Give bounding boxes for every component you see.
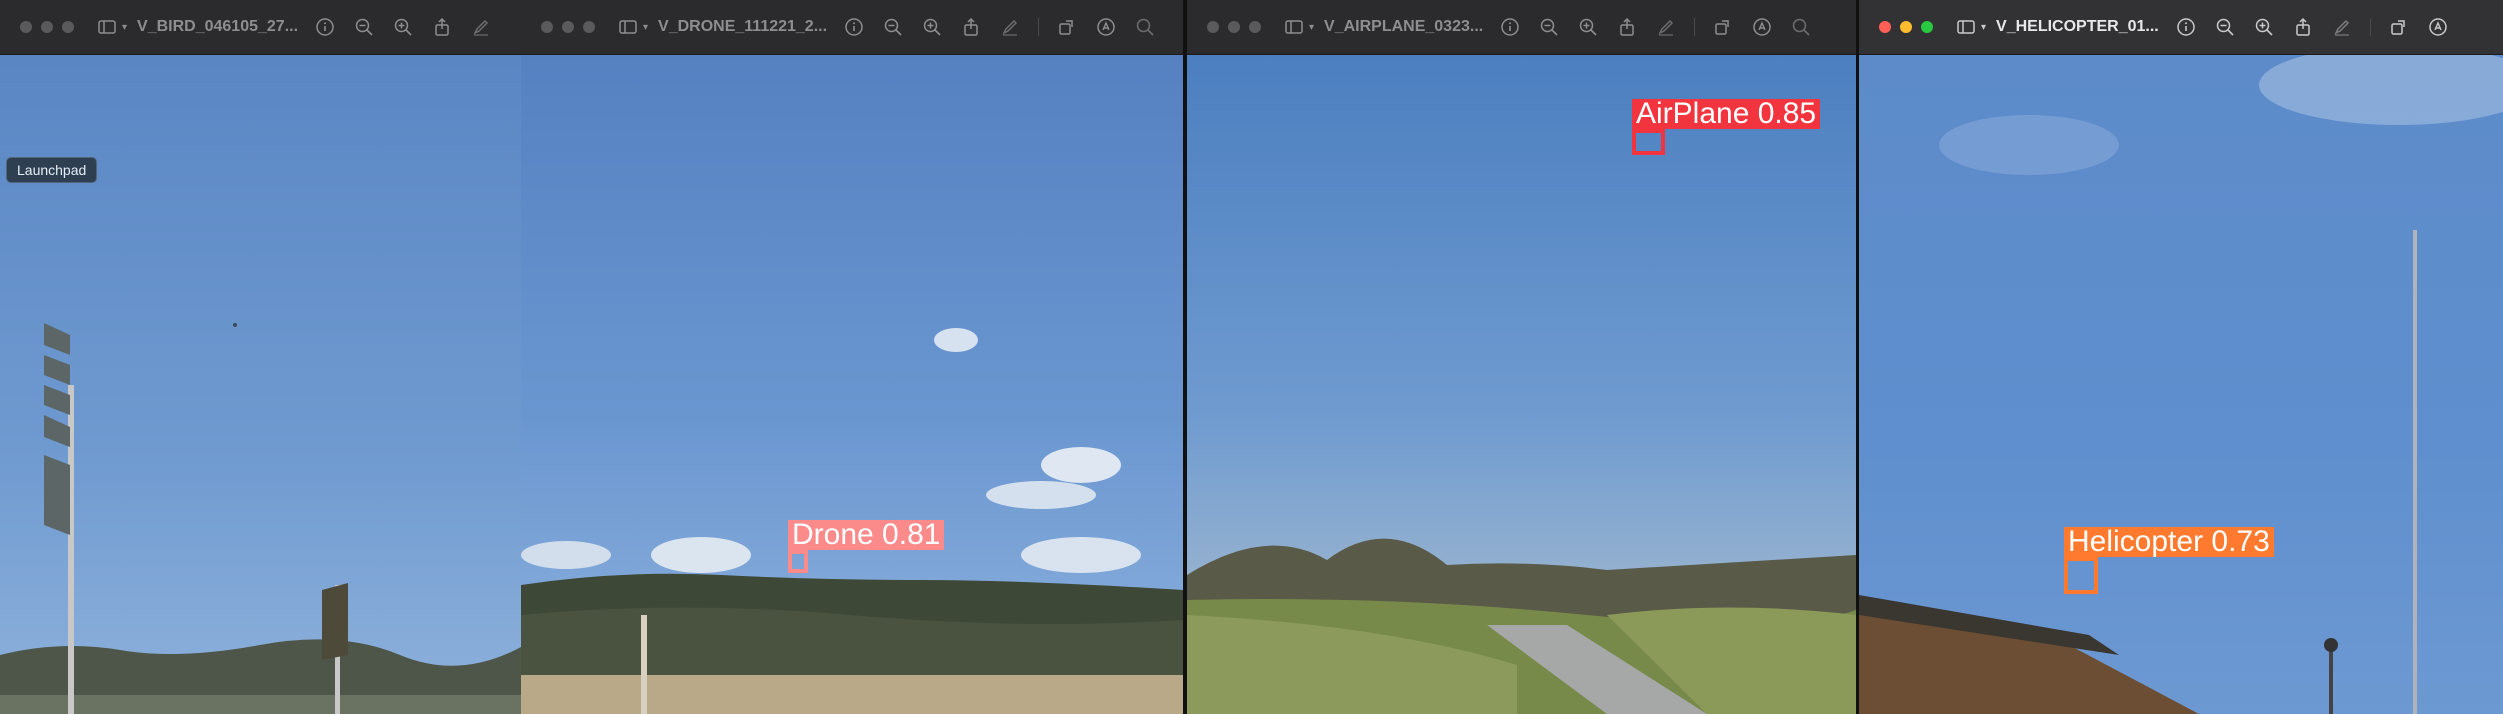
rotate-icon[interactable] bbox=[1056, 16, 1078, 38]
markup-icon[interactable] bbox=[470, 16, 492, 38]
rotate-icon[interactable] bbox=[1712, 16, 1734, 38]
annotate-icon[interactable] bbox=[1751, 16, 1773, 38]
info-icon[interactable] bbox=[2175, 16, 2197, 38]
search-icon[interactable] bbox=[1790, 16, 1812, 38]
window-gap bbox=[1856, 0, 1859, 714]
markup-icon[interactable] bbox=[1655, 16, 1677, 38]
window-gap bbox=[1183, 0, 1187, 714]
sidebar-icon bbox=[96, 16, 118, 38]
image-canvas bbox=[521, 55, 1183, 714]
zoom-button[interactable] bbox=[1249, 21, 1261, 33]
sidebar-toggle[interactable]: ▾ bbox=[1955, 16, 1986, 38]
toolbar-separator bbox=[1694, 18, 1696, 36]
window-controls bbox=[541, 21, 595, 33]
info-icon[interactable] bbox=[1499, 16, 1521, 38]
chevron-down-icon: ▾ bbox=[643, 21, 649, 33]
close-button[interactable] bbox=[1879, 21, 1891, 33]
sidebar-toggle[interactable]: ▾ bbox=[1283, 16, 1314, 38]
window-title: V_DRONE_111221_2... bbox=[658, 18, 828, 35]
zoom-button[interactable] bbox=[583, 21, 595, 33]
zoom-in-icon[interactable] bbox=[1577, 16, 1599, 38]
window-title: V_HELICOPTER_01... bbox=[1996, 18, 2159, 35]
bounding-box bbox=[788, 550, 808, 573]
zoom-out-icon[interactable] bbox=[2214, 16, 2236, 38]
window-title: V_AIRPLANE_0323... bbox=[1324, 18, 1484, 35]
detection-label: Drone 0.81 bbox=[788, 520, 945, 550]
launchpad-tooltip: Launchpad bbox=[6, 157, 98, 183]
close-button[interactable] bbox=[541, 21, 553, 33]
sky-scene bbox=[521, 55, 1183, 714]
zoom-in-icon[interactable] bbox=[2253, 16, 2275, 38]
window-controls bbox=[20, 21, 74, 33]
search-icon[interactable] bbox=[1134, 16, 1156, 38]
sidebar-icon bbox=[1955, 16, 1977, 38]
bounding-box bbox=[2064, 557, 2098, 594]
share-icon[interactable] bbox=[2292, 16, 2314, 38]
minimize-button[interactable] bbox=[1900, 21, 1912, 33]
window-title: V_BIRD_046105_27... bbox=[137, 18, 299, 35]
window-titlebar[interactable]: ▾ V_HELICOPTER_01... bbox=[1859, 0, 2503, 55]
preview-window-helicopter[interactable]: ▾ V_HELICOPTER_01... bbox=[1859, 0, 2503, 714]
sky-scene bbox=[0, 55, 521, 714]
window-titlebar[interactable]: ▾ V_BIRD_046105_27... bbox=[0, 0, 521, 55]
image-canvas bbox=[1187, 55, 1856, 714]
bounding-box bbox=[1632, 129, 1665, 155]
chevron-down-icon: ▾ bbox=[1309, 21, 1315, 33]
detection-label: AirPlane 0.85 bbox=[1632, 99, 1821, 129]
window-controls bbox=[1207, 21, 1261, 33]
chevron-down-icon: ▾ bbox=[1981, 21, 1987, 33]
close-button[interactable] bbox=[20, 21, 32, 33]
chevron-down-icon: ▾ bbox=[122, 21, 128, 33]
window-titlebar[interactable]: ▾ V_AIRPLANE_0323... bbox=[1187, 0, 1856, 55]
markup-icon[interactable] bbox=[999, 16, 1021, 38]
sidebar-icon bbox=[617, 16, 639, 38]
zoom-out-icon[interactable] bbox=[882, 16, 904, 38]
sidebar-toggle[interactable]: ▾ bbox=[96, 16, 127, 38]
annotate-icon[interactable] bbox=[2427, 16, 2449, 38]
image-canvas bbox=[1859, 55, 2503, 714]
detection-label: Helicopter 0.73 bbox=[2064, 527, 2274, 557]
share-icon[interactable] bbox=[431, 16, 453, 38]
preview-window-drone[interactable]: ▾ V_DRONE_111221_2... bbox=[521, 0, 1183, 714]
sky-scene bbox=[1187, 55, 1856, 714]
toolbar-separator bbox=[1038, 18, 1040, 36]
rotate-icon[interactable] bbox=[2388, 16, 2410, 38]
zoom-out-icon[interactable] bbox=[1538, 16, 1560, 38]
info-icon[interactable] bbox=[314, 16, 336, 38]
sidebar-toggle[interactable]: ▾ bbox=[617, 16, 648, 38]
zoom-in-icon[interactable] bbox=[921, 16, 943, 38]
annotate-icon[interactable] bbox=[1095, 16, 1117, 38]
image-canvas: Launchpad bbox=[0, 55, 521, 714]
minimize-button[interactable] bbox=[562, 21, 574, 33]
window-titlebar[interactable]: ▾ V_DRONE_111221_2... bbox=[521, 0, 1183, 55]
sky-scene bbox=[1859, 55, 2503, 714]
minimize-button[interactable] bbox=[1228, 21, 1240, 33]
zoom-button[interactable] bbox=[62, 21, 74, 33]
sidebar-icon bbox=[1283, 16, 1305, 38]
preview-window-bird[interactable]: ▾ V_BIRD_046105_27... Launchpad bbox=[0, 0, 521, 714]
close-button[interactable] bbox=[1207, 21, 1219, 33]
share-icon[interactable] bbox=[960, 16, 982, 38]
zoom-in-icon[interactable] bbox=[392, 16, 414, 38]
markup-icon[interactable] bbox=[2331, 16, 2353, 38]
zoom-button[interactable] bbox=[1921, 21, 1933, 33]
info-icon[interactable] bbox=[843, 16, 865, 38]
window-controls bbox=[1879, 21, 1933, 33]
zoom-out-icon[interactable] bbox=[353, 16, 375, 38]
minimize-button[interactable] bbox=[41, 21, 53, 33]
share-icon[interactable] bbox=[1616, 16, 1638, 38]
toolbar-separator bbox=[2369, 18, 2371, 36]
